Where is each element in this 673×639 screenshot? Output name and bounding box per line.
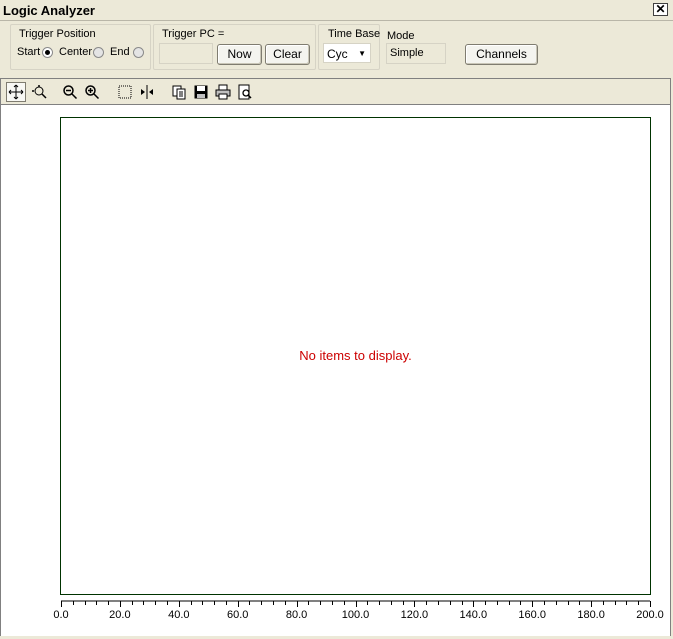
select-rect-icon (117, 84, 133, 100)
x-tick-label: 160.0 (518, 609, 546, 621)
x-axis: 0.0 20.0 40.0 60.0 80.0 100.0 120.0 140.0 160.0 1… (0, 595, 673, 636)
start-label: Start (17, 46, 41, 58)
close-button[interactable]: ✕ (653, 3, 668, 16)
move-tool-button[interactable] (6, 82, 26, 102)
close-icon: ✕ (655, 2, 666, 16)
split-button[interactable] (137, 82, 157, 102)
mode-value: Simple (390, 47, 424, 59)
time-base-value: Cyc (327, 47, 348, 61)
zoom-in-button[interactable] (82, 82, 102, 102)
x-tick-label: 40.0 (168, 609, 190, 621)
select-rect-button[interactable] (115, 82, 135, 102)
start-radio[interactable] (42, 47, 53, 58)
x-tick-label: 80.0 (285, 609, 308, 621)
window-title: Logic Analyzer (3, 3, 95, 18)
print-icon (215, 84, 231, 100)
empty-message: No items to display. (299, 348, 412, 363)
print-preview-icon (237, 84, 253, 100)
zoom-out-icon (62, 84, 78, 100)
x-tick-label: 20.0 (109, 609, 131, 621)
save-button[interactable] (191, 82, 211, 102)
print-preview-button[interactable] (235, 82, 255, 102)
x-tick-label: 200.0 (636, 609, 664, 621)
zoom-out-button[interactable] (60, 82, 80, 102)
move-icon (8, 84, 24, 100)
copy-icon (171, 84, 187, 100)
x-tick-label: 100.0 (341, 609, 370, 621)
zoom-in-icon (84, 84, 100, 100)
x-tick-label: 180.0 (577, 609, 605, 621)
title-bar: Logic Analyzer ✕ (0, 0, 673, 21)
x-axis-ticks (61, 600, 651, 607)
save-icon (193, 84, 209, 100)
toolbar (0, 78, 671, 105)
zoom-region-button[interactable] (29, 82, 49, 102)
trigger-pc-field[interactable] (159, 43, 213, 64)
chevron-down-icon: ▼ (358, 49, 366, 58)
center-label: Center (59, 46, 93, 58)
x-tick-label: 60.0 (226, 609, 249, 621)
mode-label: Mode (387, 30, 415, 42)
x-tick-label: 0.0 (53, 609, 69, 621)
channels-button[interactable]: Channels (465, 44, 538, 65)
x-tick-label: 140.0 (459, 609, 488, 621)
now-button[interactable]: Now (217, 44, 262, 65)
mode-field: Simple (386, 43, 446, 64)
time-base-select[interactable]: Cyc ▼ (323, 43, 371, 63)
end-radio[interactable] (133, 47, 144, 58)
trigger-pc-label: Trigger PC = (162, 28, 225, 40)
copy-button[interactable] (169, 82, 189, 102)
center-radio[interactable] (93, 47, 104, 58)
x-tick-label: 120.0 (400, 609, 429, 621)
trigger-position-label: Trigger Position (19, 28, 96, 40)
time-base-label: Time Base (328, 28, 381, 40)
zoom-region-icon (31, 84, 47, 100)
clear-button[interactable]: Clear (265, 44, 310, 65)
print-button[interactable] (213, 82, 233, 102)
split-icon (139, 84, 155, 100)
end-label: End (110, 46, 130, 58)
